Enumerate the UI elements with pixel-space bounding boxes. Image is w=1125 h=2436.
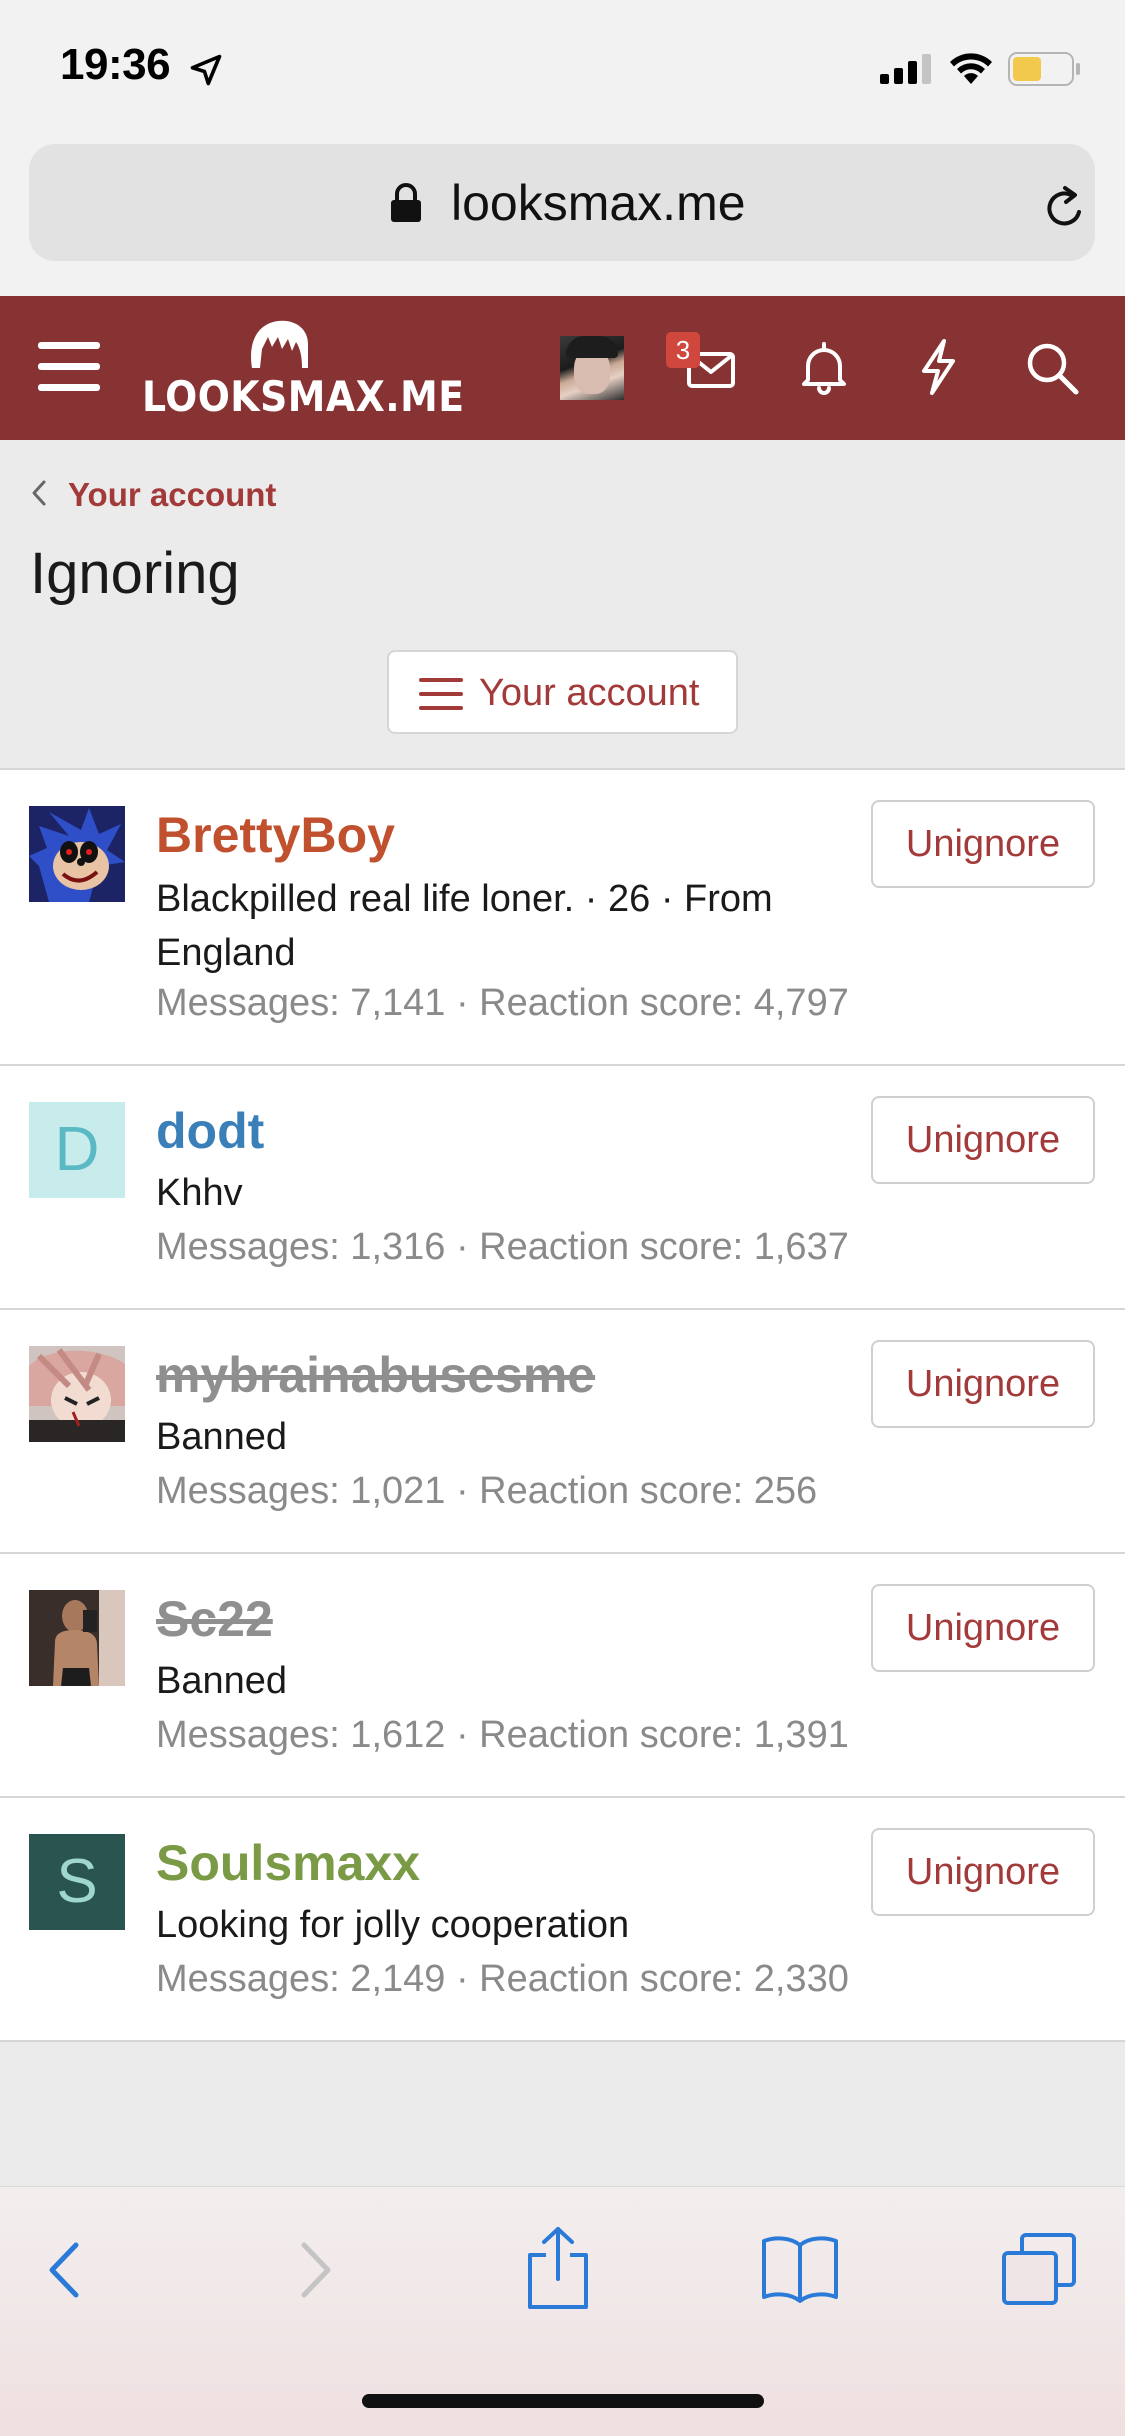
user-stats: Messages: 1,612 · Reaction score: 1,391 xyxy=(156,1714,849,1756)
user-stats: Messages: 2,149 · Reaction score: 2,330 xyxy=(156,1958,849,2000)
user-title: Looking for jolly cooperation xyxy=(156,1904,630,1946)
list-item: mybrainabusesme Banned Messages: 1,021 ·… xyxy=(0,1310,1125,1554)
user-avatar[interactable] xyxy=(560,336,624,400)
list-item: D dodt Khhv Messages: 1,316 · Reaction s… xyxy=(0,1066,1125,1310)
avatar-soulsmaxx[interactable]: S xyxy=(29,1834,125,1930)
user-name[interactable]: dodt xyxy=(156,1102,264,1160)
avatar-letter: D xyxy=(54,1115,100,1184)
unignore-button[interactable]: Unignore xyxy=(871,1584,1095,1672)
bookmarks-icon[interactable] xyxy=(760,2233,840,2303)
lightning-bolt-icon[interactable] xyxy=(916,338,960,396)
site-logo[interactable]: LOOKSMAX.ME xyxy=(142,318,465,428)
unignore-button[interactable]: Unignore xyxy=(871,1828,1095,1916)
account-menu-button[interactable]: Your account xyxy=(387,650,738,734)
page-title: Ignoring xyxy=(30,541,240,606)
unignore-button[interactable]: Unignore xyxy=(871,1096,1095,1184)
user-name[interactable]: BrettyBoy xyxy=(156,806,395,864)
sonic-avatar-image xyxy=(29,806,125,902)
list-item: S Soulsmaxx Looking for jolly cooperatio… xyxy=(0,1798,1125,2040)
anime-avatar-image xyxy=(29,1346,125,1442)
account-menu-label: Your account xyxy=(479,672,700,714)
back-icon[interactable] xyxy=(42,2239,86,2301)
url-text[interactable]: looksmax.me xyxy=(451,174,746,232)
breadcrumb[interactable]: Your account xyxy=(28,476,276,516)
breadcrumb-label[interactable]: Your account xyxy=(68,476,276,513)
browser-chrome: looksmax.me xyxy=(0,135,1125,296)
status-time: 19:36 xyxy=(60,40,171,89)
list-item: BrettyBoy Blackpilled real life loner. ·… xyxy=(0,770,1125,1066)
user-stats: Messages: 1,316 · Reaction score: 1,637 xyxy=(156,1226,849,1268)
user-stats: Messages: 7,141 · Reaction score: 4,797 xyxy=(156,982,849,1024)
location-arrow-icon xyxy=(190,54,222,86)
list-item: Sc22 Banned Messages: 1,612 · Reaction s… xyxy=(0,1554,1125,1798)
logo-text: LOOKSMAX.ME xyxy=(142,372,465,421)
lock-icon xyxy=(391,183,421,222)
battery-icon xyxy=(1008,52,1080,86)
photo-avatar-image xyxy=(29,1590,125,1686)
user-title: Banned xyxy=(156,1416,288,1458)
user-stats: Messages: 1,021 · Reaction score: 256 xyxy=(156,1470,818,1512)
unignore-button[interactable]: Unignore xyxy=(871,800,1095,888)
forward-icon xyxy=(301,2242,331,2298)
user-name[interactable]: Sc22 xyxy=(156,1590,273,1648)
user-name[interactable]: mybrainabusesme xyxy=(156,1346,595,1404)
inbox-badge: 3 xyxy=(666,332,700,368)
home-indicator xyxy=(362,2394,764,2408)
avatar-mybrainabusesme[interactable] xyxy=(29,1346,125,1442)
share-icon[interactable] xyxy=(526,2225,590,2311)
user-title: Banned xyxy=(156,1660,288,1702)
cellular-signal-icon xyxy=(880,54,931,84)
user-name[interactable]: Soulsmaxx xyxy=(156,1834,420,1892)
bell-icon[interactable] xyxy=(798,340,850,396)
tabs-icon[interactable] xyxy=(1000,2231,1078,2307)
unignore-button[interactable]: Unignore xyxy=(871,1340,1095,1428)
status-bar: 19:36 xyxy=(0,0,1125,135)
reload-icon[interactable] xyxy=(1041,184,1089,232)
menu-list-icon xyxy=(419,678,463,710)
user-title: Blackpilled real life loner. · 26 · From… xyxy=(156,878,773,974)
address-bar[interactable]: looksmax.me xyxy=(29,144,1095,261)
search-icon[interactable] xyxy=(1024,340,1080,396)
hamburger-menu-icon[interactable] xyxy=(38,340,100,394)
user-title: Khhv xyxy=(156,1172,243,1214)
avatar-brettyboy[interactable] xyxy=(29,806,125,902)
chevron-left-icon xyxy=(32,480,46,506)
avatar-letter: S xyxy=(56,1847,98,1916)
wifi-icon xyxy=(950,53,992,84)
ignored-users-list: BrettyBoy Blackpilled real life loner. ·… xyxy=(0,768,1125,2042)
avatar-sc22[interactable] xyxy=(29,1590,125,1686)
avatar-dodt[interactable]: D xyxy=(29,1102,125,1198)
logo-hair-icon xyxy=(251,320,308,368)
site-header: LOOKSMAX.ME 3 xyxy=(0,296,1125,440)
